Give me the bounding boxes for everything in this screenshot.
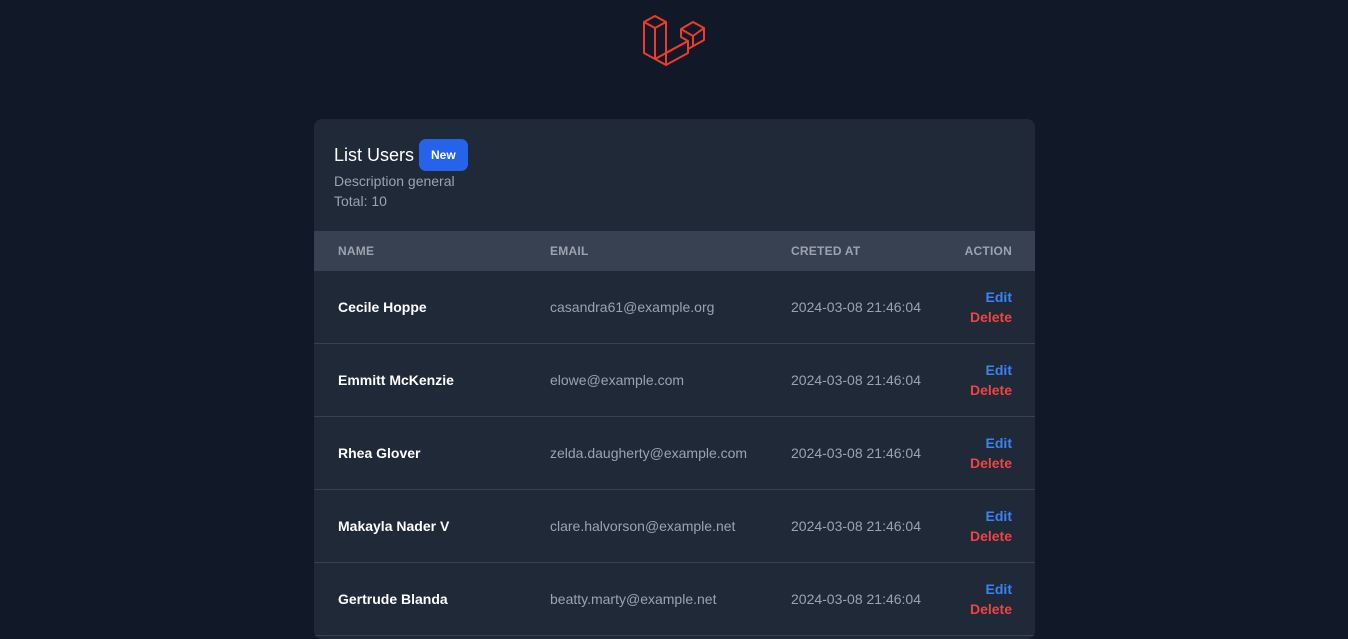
card-header: List Users New Description general Total…	[314, 119, 1035, 231]
table-row: Rhea Glover zelda.daugherty@example.com …	[314, 417, 1035, 490]
user-name: Rhea Glover	[338, 445, 421, 461]
column-header-email: EMAIL	[550, 244, 589, 258]
table-header: NAME EMAIL CRETED AT ACTION	[314, 231, 1035, 271]
page-description: Description general	[334, 173, 455, 189]
row-actions: Edit Delete	[970, 506, 1012, 546]
row-actions: Edit Delete	[970, 287, 1012, 327]
delete-link[interactable]: Delete	[970, 599, 1012, 619]
user-created-at: 2024-03-08 21:46:04	[791, 445, 921, 461]
table-row: Gertrude Blanda beatty.marty@example.net…	[314, 563, 1035, 636]
table-row: Makayla Nader V clare.halvorson@example.…	[314, 490, 1035, 563]
user-created-at: 2024-03-08 21:46:04	[791, 299, 921, 315]
user-email: zelda.daugherty@example.com	[550, 445, 748, 461]
user-name: Cecile Hoppe	[338, 299, 427, 315]
user-email: casandra61@example.org	[550, 299, 715, 315]
user-created-at: 2024-03-08 21:46:04	[791, 591, 921, 607]
user-email: beatty.marty@example.net	[550, 591, 717, 607]
user-name: Makayla Nader V	[338, 518, 450, 534]
row-actions: Edit Delete	[970, 360, 1012, 400]
edit-link[interactable]: Edit	[970, 506, 1012, 526]
delete-link[interactable]: Delete	[970, 453, 1012, 473]
delete-link[interactable]: Delete	[970, 526, 1012, 546]
user-email: elowe@example.com	[550, 372, 685, 388]
user-email: clare.halvorson@example.net	[550, 518, 736, 534]
table-row: Emmitt McKenzie elowe@example.com 2024-0…	[314, 344, 1035, 417]
column-header-name: NAME	[338, 244, 375, 258]
user-created-at: 2024-03-08 21:46:04	[791, 518, 921, 534]
edit-link[interactable]: Edit	[970, 360, 1012, 380]
title-row: List Users New	[334, 139, 468, 171]
edit-link[interactable]: Edit	[970, 433, 1012, 453]
edit-link[interactable]: Edit	[970, 287, 1012, 307]
delete-link[interactable]: Delete	[970, 307, 1012, 327]
user-name: Emmitt McKenzie	[338, 372, 454, 388]
laravel-logo-icon	[642, 15, 706, 79]
column-header-created-at: CRETED AT	[791, 244, 861, 258]
user-name: Gertrude Blanda	[338, 591, 448, 607]
users-card: List Users New Description general Total…	[314, 119, 1035, 639]
user-created-at: 2024-03-08 21:46:04	[791, 372, 921, 388]
row-actions: Edit Delete	[970, 433, 1012, 473]
new-user-button[interactable]: New	[419, 139, 468, 171]
column-header-action: ACTION	[964, 244, 1012, 258]
delete-link[interactable]: Delete	[970, 380, 1012, 400]
table-row: Cecile Hoppe casandra61@example.org 2024…	[314, 271, 1035, 344]
row-actions: Edit Delete	[970, 579, 1012, 619]
page-title: List Users	[334, 144, 415, 165]
edit-link[interactable]: Edit	[970, 579, 1012, 599]
total-count: Total: 10	[334, 193, 387, 209]
